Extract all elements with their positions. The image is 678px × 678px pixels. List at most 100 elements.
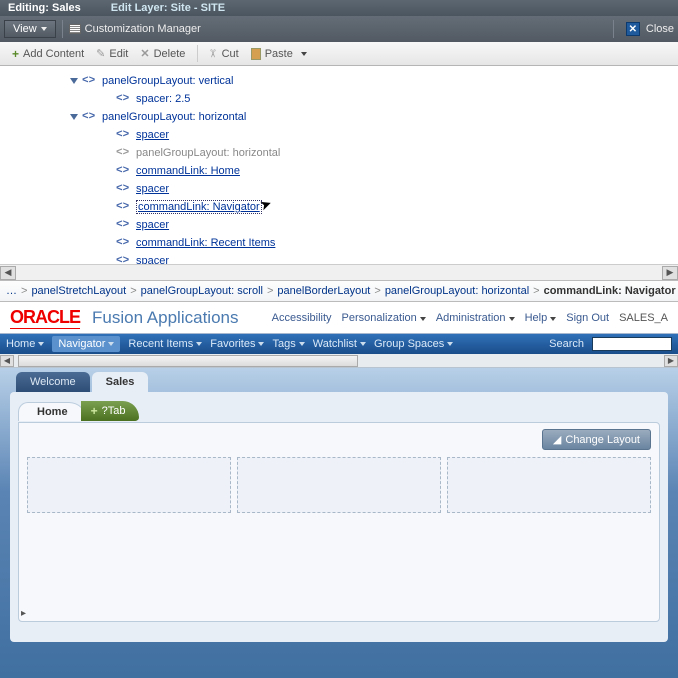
chevron-down-icon — [550, 317, 556, 321]
edit-layer-label: Edit Layer: Site - SITE — [111, 2, 225, 14]
edit-label: Edit — [109, 48, 128, 60]
app-header: ORACLE Fusion Applications Accessibility… — [0, 302, 678, 334]
tree-node[interactable]: <>commandLink: Recent Items — [4, 234, 674, 252]
main-area: Welcome Sales Home + ?Tab ◢ Change Layou… — [0, 368, 678, 678]
nav-scrollbar[interactable]: ◀ ▶ — [0, 354, 678, 368]
breadcrumb-item[interactable]: panelStretchLayout — [31, 285, 126, 297]
cut-button[interactable]: ✂Cut — [197, 45, 244, 62]
layout-cell[interactable] — [27, 457, 231, 513]
component-tree[interactable]: <>panelGroupLayout: vertical<>spacer: 2.… — [0, 66, 678, 264]
breadcrumb-item[interactable]: panelGroupLayout: scroll — [141, 285, 263, 297]
chevron-down-icon — [299, 342, 305, 346]
nav-item[interactable]: Tags — [272, 338, 304, 350]
breadcrumb-overflow[interactable]: … — [6, 285, 17, 297]
signout-link[interactable]: Sign Out — [566, 312, 609, 324]
add-content-button[interactable]: +Add Content — [6, 45, 90, 63]
delete-icon: ✕ — [140, 47, 149, 60]
expand-icon[interactable] — [70, 114, 78, 120]
close-button[interactable]: Close — [646, 23, 674, 35]
paste-button[interactable]: Paste — [245, 46, 313, 62]
main-toolbar: View Customization Manager ✕ Close — [0, 16, 678, 42]
tree-node[interactable]: <> spacer — [4, 126, 674, 144]
edit-button[interactable]: ✎ Edit — [90, 45, 134, 62]
main-tabs: Welcome Sales — [0, 368, 678, 392]
node-label: spacer — [136, 255, 169, 264]
toolbar-divider — [62, 20, 63, 38]
nav-item[interactable]: Favorites — [210, 338, 264, 350]
scrollbar-thumb[interactable] — [18, 355, 358, 367]
tree-node[interactable]: <>spacer — [4, 180, 674, 198]
resize-handle-icon[interactable]: ▸ — [21, 608, 26, 619]
tree-node[interactable]: <>panelGroupLayout: vertical — [4, 72, 674, 90]
tree-node[interactable]: <>spacer — [4, 252, 674, 264]
accessibility-link[interactable]: Accessibility — [272, 312, 332, 324]
nav-item[interactable]: Watchlist — [313, 338, 366, 350]
scroll-left-icon[interactable]: ◀ — [0, 355, 14, 367]
layout-cell[interactable] — [447, 457, 651, 513]
node-label: panelGroupLayout: horizontal — [136, 147, 280, 159]
tab-welcome[interactable]: Welcome — [16, 372, 90, 392]
tag-icon: <> — [116, 219, 132, 231]
tag-icon: <> — [116, 165, 132, 177]
breadcrumb-separator: > — [267, 285, 273, 297]
help-menu[interactable]: Help — [525, 312, 557, 324]
search-input[interactable] — [592, 337, 672, 351]
pencil-icon: ✎ — [96, 47, 105, 60]
tag-icon: <> — [116, 129, 132, 141]
tree-node[interactable]: <>spacer — [4, 216, 674, 234]
chevron-down-icon — [509, 317, 515, 321]
view-menu[interactable]: View — [4, 20, 56, 38]
cm-label-text: Customization Manager — [85, 23, 201, 35]
change-layout-button[interactable]: ◢ Change Layout — [542, 429, 651, 450]
toolbar-divider — [613, 20, 614, 38]
nav-item[interactable]: Recent Items — [128, 338, 202, 350]
chevron-down-icon — [258, 342, 264, 346]
tree-node[interactable]: <>spacer: 2.5 — [4, 90, 674, 108]
administration-menu[interactable]: Administration — [436, 312, 515, 324]
edit-toolbar: +Add Content ✎ Edit ✕ Delete ✂Cut Paste — [0, 42, 678, 66]
editing-label: Editing: Sales — [8, 2, 81, 14]
scroll-right-icon[interactable]: ▶ — [664, 355, 678, 367]
expand-icon[interactable] — [70, 78, 78, 84]
scroll-right-icon[interactable]: ▶ — [662, 266, 678, 280]
breadcrumb-separator: > — [374, 285, 380, 297]
scroll-left-icon[interactable]: ◀ — [0, 266, 16, 280]
nav-item[interactable]: Navigator — [52, 336, 120, 352]
breadcrumb-current: commandLink: Navigator — [544, 285, 676, 297]
tree-node[interactable]: <>commandLink: Navigator — [4, 198, 674, 216]
breadcrumb-item[interactable]: panelGroupLayout: horizontal — [385, 285, 529, 297]
help-label: Help — [525, 312, 548, 324]
node-label: commandLink: Navigator — [136, 200, 262, 214]
sub-tab-home[interactable]: Home — [18, 402, 87, 421]
view-label: View — [13, 23, 37, 35]
node-label: commandLink: Home — [136, 165, 240, 177]
tree-node[interactable]: <>panelGroupLayout: horizontal — [4, 144, 674, 162]
paste-label: Paste — [265, 48, 293, 60]
customization-manager-button[interactable]: Customization Manager — [69, 23, 201, 35]
delete-button[interactable]: ✕ Delete — [134, 45, 191, 62]
horizontal-scrollbar[interactable]: ◀ ▶ — [0, 264, 678, 280]
tree-node[interactable]: <> commandLink: Home — [4, 162, 674, 180]
tag-icon: <> — [116, 93, 132, 105]
node-label: spacer — [136, 129, 169, 141]
plus-icon: + — [91, 404, 98, 418]
personalization-label: Personalization — [342, 312, 417, 324]
personalization-menu[interactable]: Personalization — [342, 312, 426, 324]
nav-item[interactable]: Group Spaces — [374, 338, 453, 350]
layout-grid — [27, 457, 651, 513]
chevron-down-icon — [301, 52, 307, 56]
delete-label: Delete — [154, 48, 186, 60]
nav-item[interactable]: Home — [6, 338, 44, 350]
user-label: SALES_A — [619, 312, 668, 324]
scissors-icon: ✂ — [206, 49, 219, 58]
breadcrumb-separator: > — [130, 285, 136, 297]
chevron-down-icon — [196, 342, 202, 346]
breadcrumb-item[interactable]: panelBorderLayout — [277, 285, 370, 297]
tree-node[interactable]: <>panelGroupLayout: horizontal — [4, 108, 674, 126]
node-label: spacer — [136, 183, 169, 195]
sub-tab-add[interactable]: + ?Tab — [81, 401, 140, 421]
tab-sales[interactable]: Sales — [92, 372, 149, 392]
close-icon[interactable]: ✕ — [626, 22, 640, 36]
layout-cell[interactable] — [237, 457, 441, 513]
sub-tabs: Home + ?Tab — [18, 400, 660, 422]
